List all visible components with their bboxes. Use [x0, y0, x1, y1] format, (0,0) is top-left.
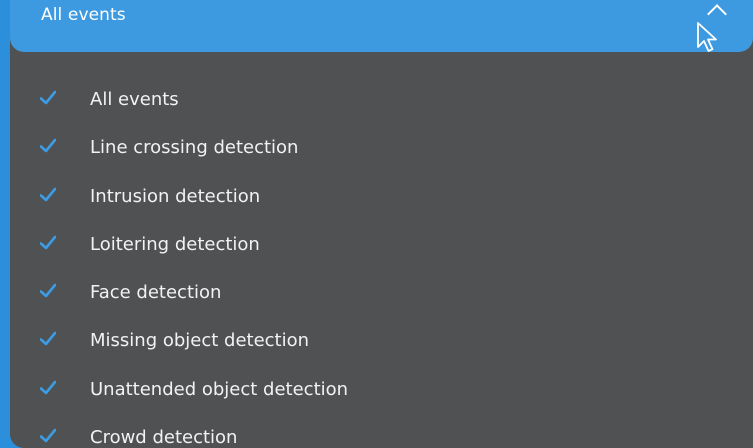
checkmark-icon	[40, 90, 56, 105]
option-crowd-detection[interactable]: Crowd detection	[10, 416, 753, 448]
option-intrusion-detection[interactable]: Intrusion detection	[10, 175, 753, 223]
option-missing-object-detection[interactable]: Missing object detection	[10, 319, 753, 367]
dropdown-selected-label: All events	[41, 5, 126, 25]
checkmark-icon	[40, 187, 56, 201]
option-label: Loitering detection	[90, 233, 260, 255]
checkmark-icon	[40, 428, 56, 443]
option-label: All events	[90, 89, 179, 110]
option-all-events[interactable]: All events	[10, 78, 753, 126]
event-options-list: All events Line crossing detection Intru…	[10, 78, 753, 448]
checkmark-icon	[40, 283, 56, 298]
checkmark-icon	[40, 380, 56, 395]
checkmark-icon	[40, 332, 56, 346]
option-unattended-object-detection[interactable]: Unattended object detection	[10, 368, 753, 416]
option-loitering-detection[interactable]: Loitering detection	[10, 223, 753, 271]
dropdown-header[interactable]: All events	[10, 0, 753, 52]
option-label: Intrusion detection	[90, 185, 261, 207]
option-label: Line crossing detection	[90, 137, 299, 159]
option-label: Missing object detection	[90, 330, 310, 352]
event-type-dropdown: All events All events Line crossing dete…	[10, 0, 753, 448]
option-label: Crowd detection	[90, 427, 238, 448]
screen-frame: All events All events Line crossing dete…	[0, 0, 753, 448]
option-face-detection[interactable]: Face detection	[10, 271, 753, 319]
option-line-crossing-detection[interactable]: Line crossing detection	[10, 126, 753, 174]
checkmark-icon	[40, 235, 56, 250]
mouse-pointer-icon	[697, 22, 717, 52]
option-label: Unattended object detection	[90, 378, 349, 400]
checkmark-icon	[40, 138, 56, 153]
option-label: Face detection	[90, 282, 222, 304]
